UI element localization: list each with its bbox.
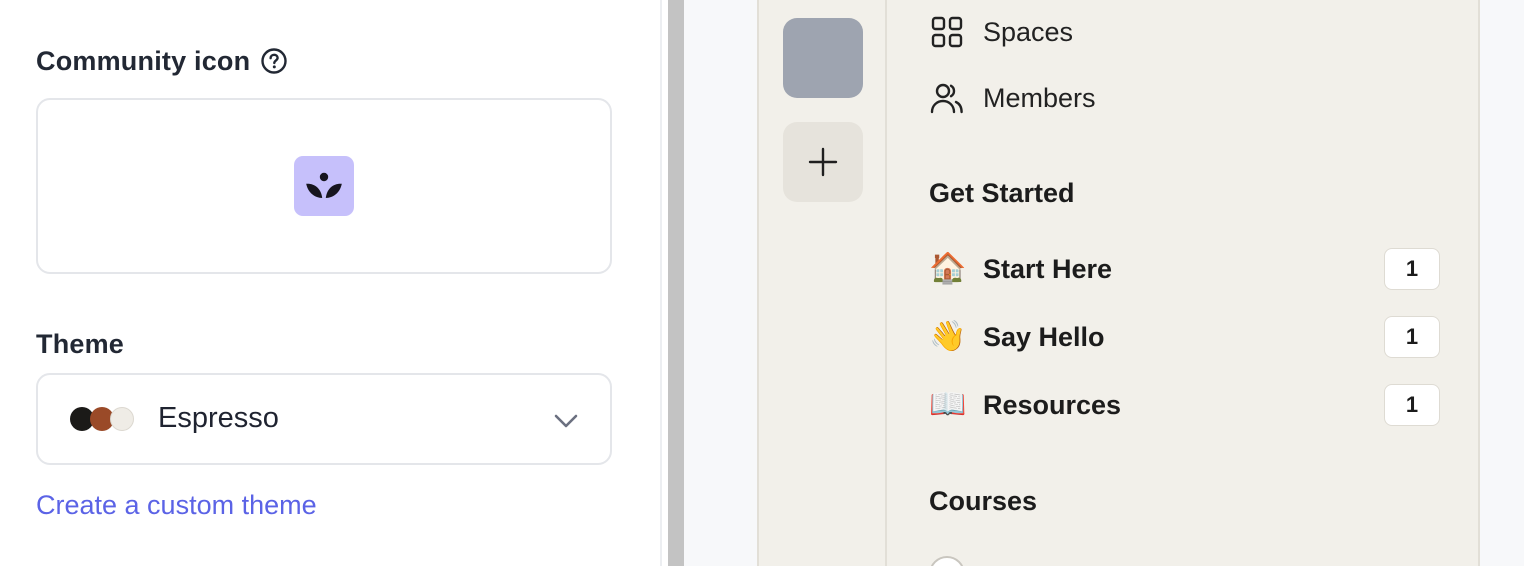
help-icon[interactable] — [260, 47, 288, 75]
community-icon-label-row: Community icon — [36, 44, 288, 78]
add-community-button[interactable] — [783, 122, 863, 202]
sprout-logo-icon — [306, 172, 342, 198]
section-heading-get-started: Get Started — [929, 178, 1075, 208]
house-icon: 🏠 — [929, 251, 967, 286]
section-heading-courses: Courses — [929, 486, 1038, 516]
theme-label-row: Theme — [36, 327, 124, 361]
community-switcher-rail — [759, 0, 887, 566]
unread-count-badge: 1 — [1384, 248, 1440, 290]
theme-swatch-cream — [110, 407, 134, 431]
settings-panel: Community icon Theme Espresso Create a c… — [0, 0, 662, 566]
nav-label-members: Members — [983, 82, 1096, 113]
nav-item-spaces[interactable]: Spaces — [929, 12, 1073, 52]
community-icon-upload[interactable] — [36, 98, 612, 274]
community-preview: Spaces Members Get Started 🏠 Start Here … — [757, 0, 1480, 566]
chevron-down-icon[interactable] — [552, 407, 580, 435]
members-icon — [929, 80, 965, 116]
unread-count-badge: 1 — [1384, 384, 1440, 426]
waving-hand-icon: 👋 — [929, 319, 967, 354]
space-item-say-hello[interactable]: 👋 Say Hello 1 — [929, 316, 1440, 358]
space-label: Say Hello — [983, 321, 1105, 352]
theme-label: Theme — [36, 328, 125, 359]
grid-icon — [929, 14, 965, 50]
theme-select[interactable]: Espresso — [36, 373, 612, 465]
theme-swatches — [70, 407, 136, 431]
space-item-start-here[interactable]: 🏠 Start Here 1 — [929, 248, 1440, 290]
open-book-icon: 📖 — [929, 387, 967, 422]
space-item-resources[interactable]: 📖 Resources 1 — [929, 384, 1440, 426]
create-custom-theme-link[interactable]: Create a custom theme — [36, 490, 317, 521]
nav-label-spaces: Spaces — [983, 16, 1074, 47]
space-label: Start Here — [983, 253, 1113, 284]
plus-icon — [808, 147, 838, 177]
course-item-icon — [929, 556, 965, 566]
community-icon-preview — [294, 156, 354, 216]
panel-divider — [660, 0, 662, 566]
theme-value: Espresso — [158, 402, 279, 434]
community-icon-label: Community icon — [36, 45, 251, 76]
preview-bezel — [668, 0, 684, 566]
community-tile[interactable] — [783, 18, 863, 98]
unread-count-badge: 1 — [1384, 316, 1440, 358]
space-label: Resources — [983, 389, 1122, 420]
nav-item-members[interactable]: Members — [929, 78, 1096, 118]
